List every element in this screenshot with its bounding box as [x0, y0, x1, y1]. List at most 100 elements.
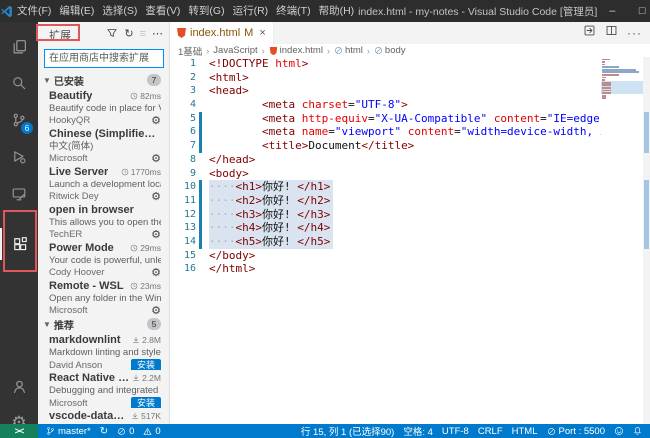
activity-extensions-icon[interactable] — [0, 228, 38, 260]
status-text-1[interactable]: 空格: 4 — [403, 424, 433, 438]
code-text: <title>Document</title> — [209, 139, 417, 153]
line-number: 5 — [170, 112, 196, 126]
extension-gear-icon[interactable]: ⚙ — [151, 154, 161, 165]
extension-list-item[interactable]: vscode-database517K — [38, 408, 169, 424]
more-icon[interactable]: ··· — [627, 24, 642, 42]
activity-source-control-icon[interactable]: 6 — [0, 104, 38, 136]
bell-icon — [633, 426, 642, 436]
section-header-0[interactable]: ▼已安装7 — [38, 72, 169, 88]
extension-publisher: Cody Hoover — [49, 267, 104, 278]
code-editor[interactable]: 1<!DOCTYPE html>2<html>3<head>4 <meta ch… — [170, 57, 650, 424]
meta-value: 2.2M — [142, 373, 161, 383]
menu-item-7[interactable]: 帮助(H) — [315, 0, 359, 22]
status-label: CRLF — [478, 426, 503, 437]
extension-list-item[interactable]: Chinese (Simplified) Lan...中文(简体)Microso… — [38, 126, 169, 164]
status-branch-0[interactable]: master* — [46, 426, 91, 437]
tab-close-icon[interactable]: × — [259, 27, 265, 39]
status-sync-1[interactable]: ↻ — [100, 426, 108, 437]
activity-search-icon[interactable] — [0, 67, 38, 99]
extension-list-item[interactable]: Live Server1770msLaunch a development lo… — [38, 164, 169, 202]
extension-list-item[interactable]: open in browserThis allows you to open t… — [38, 202, 169, 240]
menu-item-3[interactable]: 查看(V) — [141, 0, 184, 22]
status-text-4[interactable]: HTML — [512, 426, 538, 437]
status-label: 0 — [155, 426, 160, 437]
chevron-down-icon: ▼ — [43, 320, 51, 329]
more-icon[interactable]: ⋯ — [152, 29, 163, 40]
extension-gear-icon[interactable]: ⚙ — [151, 116, 161, 127]
status-label: 空格: 4 — [403, 424, 433, 438]
tab-index-html[interactable]: index.html M × — [170, 22, 274, 44]
meta-value: 1770ms — [131, 167, 161, 177]
menu-item-2[interactable]: 选择(S) — [98, 0, 141, 22]
extension-list-item[interactable]: Power Mode29msYour code is powerful, unl… — [38, 240, 169, 278]
breadcrumb-item[interactable]: html — [334, 45, 363, 56]
menu-item-1[interactable]: 编辑(E) — [55, 0, 98, 22]
activity-remote-explorer-icon[interactable] — [0, 178, 38, 210]
extension-name: Live Server — [49, 166, 108, 178]
window-title: index.html - my-notes - Visual Studio Co… — [358, 4, 597, 19]
section-header-1[interactable]: ▼推荐5 — [38, 316, 169, 332]
extension-list-item[interactable]: markdownlint2.8MMarkdown linting and sty… — [38, 332, 169, 370]
status-error-2[interactable]: 0 — [117, 426, 134, 437]
line-number: 15 — [170, 249, 196, 263]
gutter-spacer — [199, 249, 202, 263]
gutter-spacer — [199, 153, 202, 167]
code-text: <meta name="viewport" content="width=dev… — [209, 125, 650, 139]
open-changes-icon[interactable] — [583, 24, 596, 42]
activity-run-debug-icon[interactable] — [0, 141, 38, 173]
breadcrumb-separator-icon: › — [262, 46, 265, 56]
status-warning-3[interactable]: 0 — [143, 426, 160, 437]
extension-search-input[interactable] — [44, 49, 164, 68]
code-line: 3<head> — [170, 84, 650, 98]
code-text: <html> — [209, 71, 252, 85]
refresh-icon[interactable]: ↻ — [124, 29, 133, 40]
modified-line-indicator — [199, 235, 202, 249]
extension-list-item[interactable]: Beautify82msBeautify code in place for V… — [38, 88, 169, 126]
gutter-spacer — [199, 57, 202, 71]
remote-indicator[interactable]: >< — [0, 424, 38, 438]
menu-item-6[interactable]: 终端(T) — [272, 0, 314, 22]
vscode-window: 文件(F)编辑(E)选择(S)查看(V)转到(G)运行(R)终端(T)帮助(H)… — [0, 0, 650, 438]
breadcrumb-item[interactable]: body — [374, 45, 406, 56]
minimap[interactable] — [601, 58, 643, 424]
maximize-button[interactable]: □ — [627, 0, 650, 22]
breadcrumb-item[interactable]: JavaScript — [213, 45, 257, 56]
status-feedback-6[interactable] — [614, 426, 624, 436]
activity-explorer-icon[interactable] — [0, 30, 38, 62]
extension-list-item[interactable]: Remote - WSL23msOpen any folder in the W… — [38, 278, 169, 316]
breadcrumb-item[interactable]: index.html — [269, 45, 323, 56]
status-bell-7[interactable] — [633, 426, 642, 436]
extension-gear-icon[interactable]: ⚙ — [151, 192, 161, 203]
menu-item-5[interactable]: 运行(R) — [229, 0, 273, 22]
meta-value: 29ms — [140, 243, 161, 253]
breadcrumb-item[interactable]: 1基础 — [178, 44, 202, 58]
title-bar: 文件(F)编辑(E)选择(S)查看(V)转到(G)运行(R)终端(T)帮助(H)… — [0, 0, 650, 22]
meta-value: 82ms — [140, 91, 161, 101]
code-text: ····<h1>你好! </h1> — [209, 180, 333, 194]
status-text-3[interactable]: CRLF — [478, 426, 503, 437]
html-file-icon — [177, 28, 186, 38]
code-text: <body> — [209, 167, 252, 181]
modified-line-indicator — [199, 125, 202, 139]
extension-list-item[interactable]: React Native Tools2.2MDebugging and inte… — [38, 370, 169, 408]
meta-value: 2.8M — [142, 335, 161, 345]
menu-item-0[interactable]: 文件(F) — [13, 0, 55, 22]
modified-line-indicator — [199, 112, 202, 126]
minimize-button[interactable]: – — [597, 0, 627, 22]
install-button[interactable]: 安装 — [131, 359, 161, 370]
clear-all-icon[interactable]: ≡ — [140, 29, 146, 40]
extension-gear-icon[interactable]: ⚙ — [151, 268, 161, 279]
line-number: 14 — [170, 235, 196, 249]
breadcrumb-label: index.html — [280, 45, 323, 56]
status-port-5[interactable]: Port : 5500 — [547, 426, 605, 437]
status-text-0[interactable]: 行 15, 列 1 (已选择90) — [301, 424, 394, 438]
menu-item-4[interactable]: 转到(G) — [184, 0, 228, 22]
line-number: 13 — [170, 221, 196, 235]
status-text-2[interactable]: UTF-8 — [442, 426, 469, 437]
activity-account-icon[interactable] — [0, 370, 38, 402]
split-editor-icon[interactable] — [605, 24, 618, 42]
install-button[interactable]: 安装 — [131, 397, 161, 408]
extension-gear-icon[interactable]: ⚙ — [151, 306, 161, 317]
extension-gear-icon[interactable]: ⚙ — [151, 230, 161, 241]
filter-icon[interactable] — [106, 27, 118, 42]
